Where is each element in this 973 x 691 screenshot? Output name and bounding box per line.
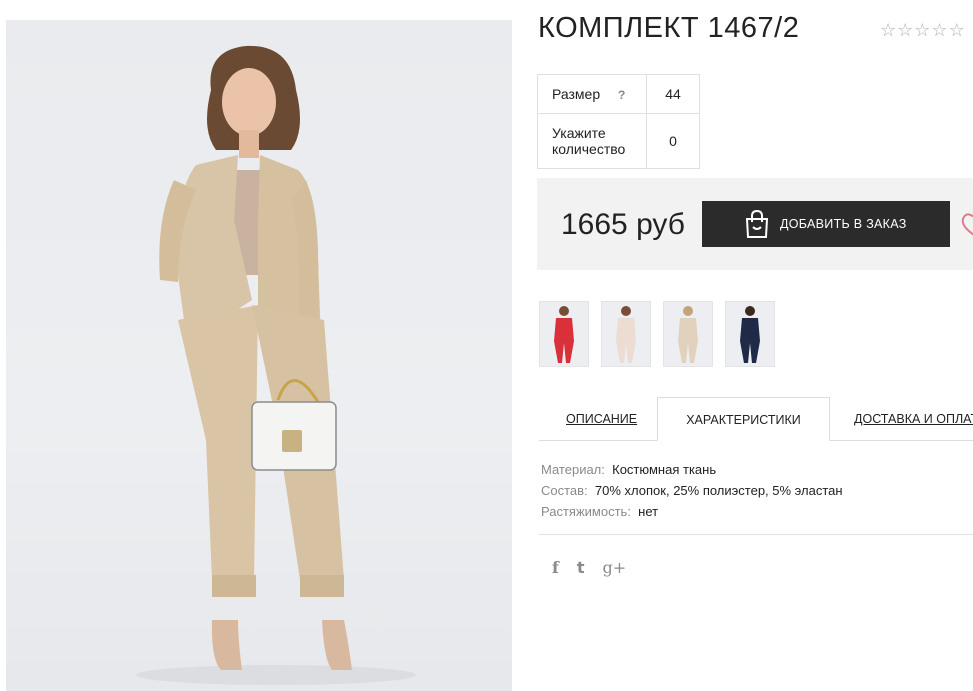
tab-characteristics[interactable]: ХАРАКТЕРИСТИКИ	[657, 397, 830, 441]
size-label-cell: Размер ?	[537, 74, 647, 114]
characteristics-list: Материал: Костюмная ткань Состав: 70% хл…	[541, 459, 843, 522]
model-in-beige-suit-image	[136, 45, 416, 685]
spec-key: Растяжимость:	[541, 504, 631, 519]
thumbnail-navy-suit[interactable]	[725, 301, 775, 367]
product-title: КОМПЛЕКТ 1467/2	[538, 12, 800, 44]
social-share: f t g+	[552, 558, 626, 577]
star-icon[interactable]: ☆	[914, 20, 930, 40]
thumbnail-red-suit[interactable]	[539, 301, 589, 367]
pink-suit-thumb-icon	[616, 306, 636, 363]
spec-value: Костюмная ткань	[612, 462, 717, 477]
star-icon[interactable]: ☆	[897, 20, 913, 40]
quantity-label: Укажите количество	[537, 113, 647, 169]
add-to-order-button[interactable]: ДОБАВИТЬ В ЗАКАЗ	[702, 201, 950, 247]
thumbnail-pink-suit[interactable]	[601, 301, 651, 367]
star-icon[interactable]: ☆	[931, 20, 947, 40]
section-divider	[539, 534, 973, 535]
star-icon[interactable]: ☆	[949, 20, 965, 40]
spec-row-composition: Состав: 70% хлопок, 25% полиэстер, 5% эл…	[541, 480, 843, 501]
heart-icon[interactable]	[960, 211, 973, 242]
size-label: Размер	[552, 86, 601, 102]
navy-suit-thumb-icon	[740, 306, 760, 363]
tab-delivery-payment[interactable]: ДОСТАВКА И ОПЛАТА	[854, 397, 973, 441]
product-photo[interactable]	[6, 20, 512, 691]
size-help-icon[interactable]: ?	[618, 88, 625, 102]
google-plus-icon[interactable]: g+	[603, 558, 627, 577]
spec-value: 70% хлопок, 25% полиэстер, 5% эластан	[594, 483, 843, 498]
color-variants	[539, 301, 775, 367]
spec-key: Состав:	[541, 483, 588, 498]
rating-stars[interactable]: ☆ ☆ ☆ ☆ ☆	[880, 20, 965, 40]
size-select[interactable]: 44	[646, 74, 700, 114]
product-params-table: Размер ? 44 Укажите количество 0	[537, 74, 700, 169]
red-suit-thumb-icon	[554, 306, 574, 363]
add-to-order-label: ДОБАВИТЬ В ЗАКАЗ	[780, 217, 907, 231]
thumbnail-beige-suit[interactable]	[663, 301, 713, 367]
spec-row-material: Материал: Костюмная ткань	[541, 459, 843, 480]
product-price: 1665 руб	[561, 208, 685, 241]
beige-suit-thumb-icon	[678, 306, 698, 363]
spec-value: нет	[638, 504, 659, 519]
tab-description[interactable]: ОПИСАНИЕ	[566, 397, 637, 441]
spec-key: Материал:	[541, 462, 605, 477]
star-icon[interactable]: ☆	[880, 20, 896, 40]
buy-box: 1665 руб ДОБАВИТЬ В ЗАКАЗ	[537, 178, 973, 270]
product-tabs: ОПИСАНИЕ ХАРАКТЕРИСТИКИ ДОСТАВКА И ОПЛАТ…	[539, 397, 973, 441]
twitter-icon[interactable]: t	[577, 558, 585, 577]
quantity-input[interactable]: 0	[646, 113, 700, 169]
spec-row-stretch: Растяжимость: нет	[541, 501, 843, 522]
shopping-bag-icon	[744, 210, 770, 238]
facebook-icon[interactable]: f	[552, 558, 559, 577]
